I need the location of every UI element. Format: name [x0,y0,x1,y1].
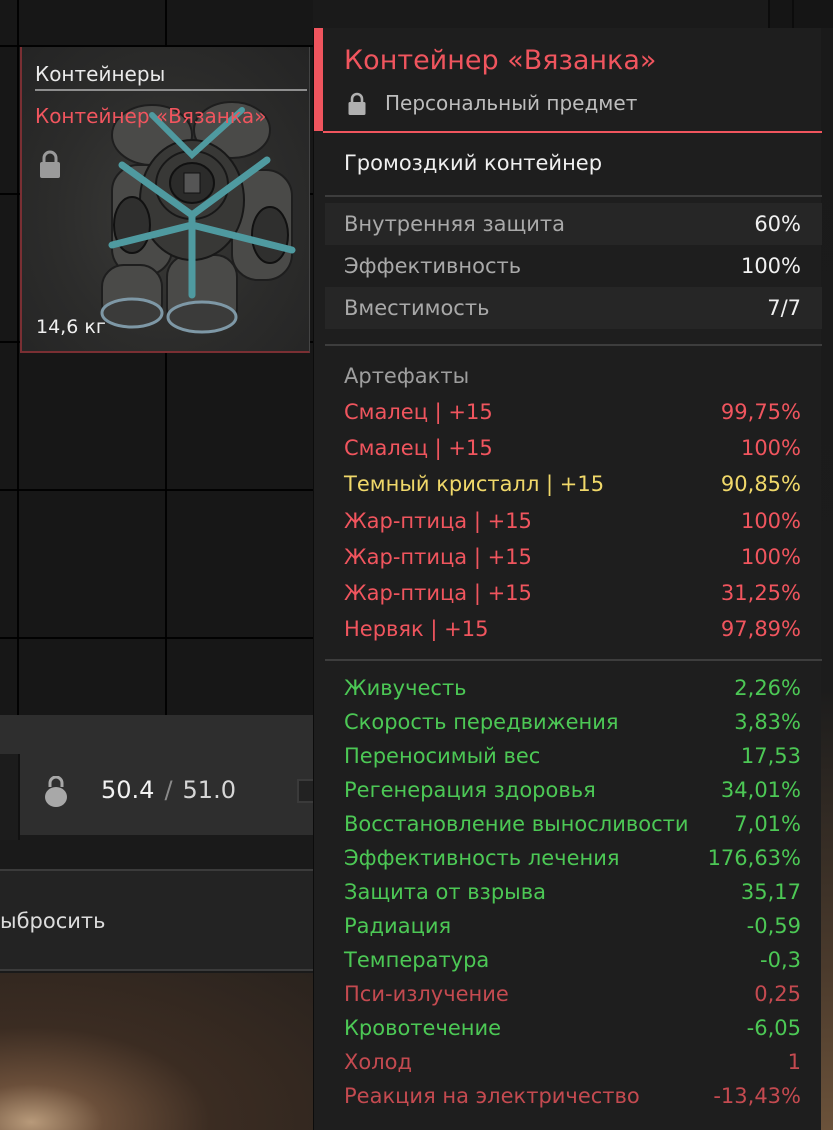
effect-row-label: Регенерация здоровья [344,778,596,802]
effect-row-label: Переносимый вес [344,744,541,768]
artifact-row: Смалец | +15 99,75% [344,395,801,429]
effect-row-label: Реакция на электричество [344,1084,640,1108]
effect-row: Холод 1 [344,1045,801,1079]
artifact-row: Жар-птица | +15 100% [344,504,801,538]
stat-row: Вместимость 7/7 [325,287,822,329]
stat-label: Внутренняя защита [344,212,566,236]
effect-row-label: Холод [344,1050,413,1074]
artifact-row: Темный кристалл | +15 90,85% [344,467,801,501]
tooltip-subtitle: Персональный предмет [385,91,638,115]
tooltip-divider [325,659,822,661]
carry-weight-bar: 50.4 / 51.0 [0,715,313,840]
stat-value: 60% [754,212,801,236]
carry-weight-separator: / [164,776,173,804]
effect-row-value: 7,01% [734,812,801,836]
artifact-row-value: 90,85% [720,472,801,497]
effect-row: Живучесть 2,26% [344,671,801,705]
effect-row-label: Защита от взрыва [344,880,546,904]
artifact-row-label: Нервяк | +15 [344,617,489,642]
effect-row-label: Живучесть [344,676,467,700]
artifact-row-value: 100% [740,436,801,461]
artifact-row-label: Жар-птица | +15 [344,508,532,533]
artifact-row-label: Жар-птица | +15 [344,544,532,569]
tooltip-divider [325,344,822,346]
artifact-row-label: Темный кристалл | +15 [344,472,605,497]
effect-row: Скорость передвижения 3,83% [344,705,801,739]
effect-row: Восстановление выносливости 7,01% [344,807,801,841]
effect-row: Эффективность лечения 176,63% [344,841,801,875]
effect-row-value: 1 [787,1050,801,1074]
artifact-row-value: 31,25% [720,581,801,605]
artifact-row: Жар-птица | +15 31,25% [344,576,801,610]
artifact-row-label: Смалец | +15 [344,400,493,424]
background-scenery [0,973,313,1130]
inventory-grid-strip [768,0,833,28]
effect-row-label: Скорость передвижения [344,710,619,734]
carry-weight-max: 51.0 [182,776,236,804]
effect-row-label: Кровотечение [344,1016,502,1040]
effect-row: Радиация -0,59 [344,909,801,943]
effect-row: Пси-излучение 0,25 [344,977,801,1011]
stat-value: 100% [740,254,801,278]
carry-weight-current: 50.4 [101,776,155,804]
tooltip-title: Контейнер «Вязанка» [344,45,657,76]
effect-row: Регенерация здоровья 34,01% [344,773,801,807]
artifact-row-label: Жар-птица | +15 [344,581,532,605]
drop-button[interactable]: ыбросить [0,869,313,971]
effect-row-value: 35,17 [740,880,801,904]
effect-row-value: -6,05 [746,1016,801,1040]
tooltip-accent-bar [314,28,323,131]
effect-row-value: 0,25 [754,982,801,1006]
artifact-row-value: 97,89% [720,617,801,642]
item-name: Контейнер «Вязанка» [35,104,267,128]
carry-weight-readout: 50.4 / 51.0 [101,775,236,805]
tooltip-description: Громоздкий контейнер [344,151,603,175]
stat-value: 7/7 [767,296,801,320]
artifact-row-label: Смалец | +15 [344,436,493,461]
effect-row-value: -0,59 [746,914,801,938]
lock-icon [348,92,366,115]
artifacts-header: Артефакты [344,364,470,388]
tooltip-divider [325,195,822,197]
effect-row-value: 34,01% [720,778,801,802]
effect-row-label: Эффективность лечения [344,846,620,870]
artifact-row: Нервяк | +15 97,89% [344,612,801,646]
stat-row: Эффективность 100% [325,245,822,287]
stat-label: Вместимость [344,296,490,320]
effect-row: Переносимый вес 17,53 [344,739,801,773]
effect-row-value: -13,43% [713,1084,801,1108]
drop-button-label: ыбросить [0,909,106,933]
effect-row-label: Радиация [344,914,452,938]
lock-icon [40,150,60,178]
effect-row: Защита от взрыва 35,17 [344,875,801,909]
item-tooltip: Контейнер «Вязанка» Персональный предмет… [313,28,822,1130]
effect-row-value: 3,83% [734,710,801,734]
artifact-row: Жар-птица | +15 100% [344,540,801,574]
effect-row-label: Восстановление выносливости [344,812,689,836]
item-card[interactable]: Контейнеры Контейнер «Вязанка» 14,6 кг [20,47,310,353]
artifact-row-value: 100% [740,544,801,569]
effect-row-label: Температура [344,948,490,972]
effect-row: Реакция на электричество -13,43% [344,1079,801,1113]
item-category: Контейнеры [35,61,307,91]
stat-label: Эффективность [344,254,522,278]
effect-row: Кровотечение -6,05 [344,1011,801,1045]
artifact-row: Смалец | +15 100% [344,431,801,465]
effect-row-value: -0,3 [760,948,801,972]
inventory-slot[interactable] [0,754,20,840]
stat-row: Внутренняя защита 60% [325,203,822,245]
background-edge [821,28,833,1130]
kettlebell-icon [45,776,67,807]
effect-row: Температура -0,3 [344,943,801,977]
effect-row-value: 176,63% [707,846,801,870]
effect-row-label: Пси-излучение [344,982,509,1006]
artifact-row-value: 99,75% [720,400,801,424]
effect-row-value: 17,53 [740,744,801,768]
tooltip-divider [323,131,822,133]
artifact-row-value: 100% [740,508,801,533]
effect-row-value: 2,26% [734,676,801,700]
filter-checkbox[interactable] [297,779,313,803]
item-weight: 14,6 кг [36,316,106,338]
